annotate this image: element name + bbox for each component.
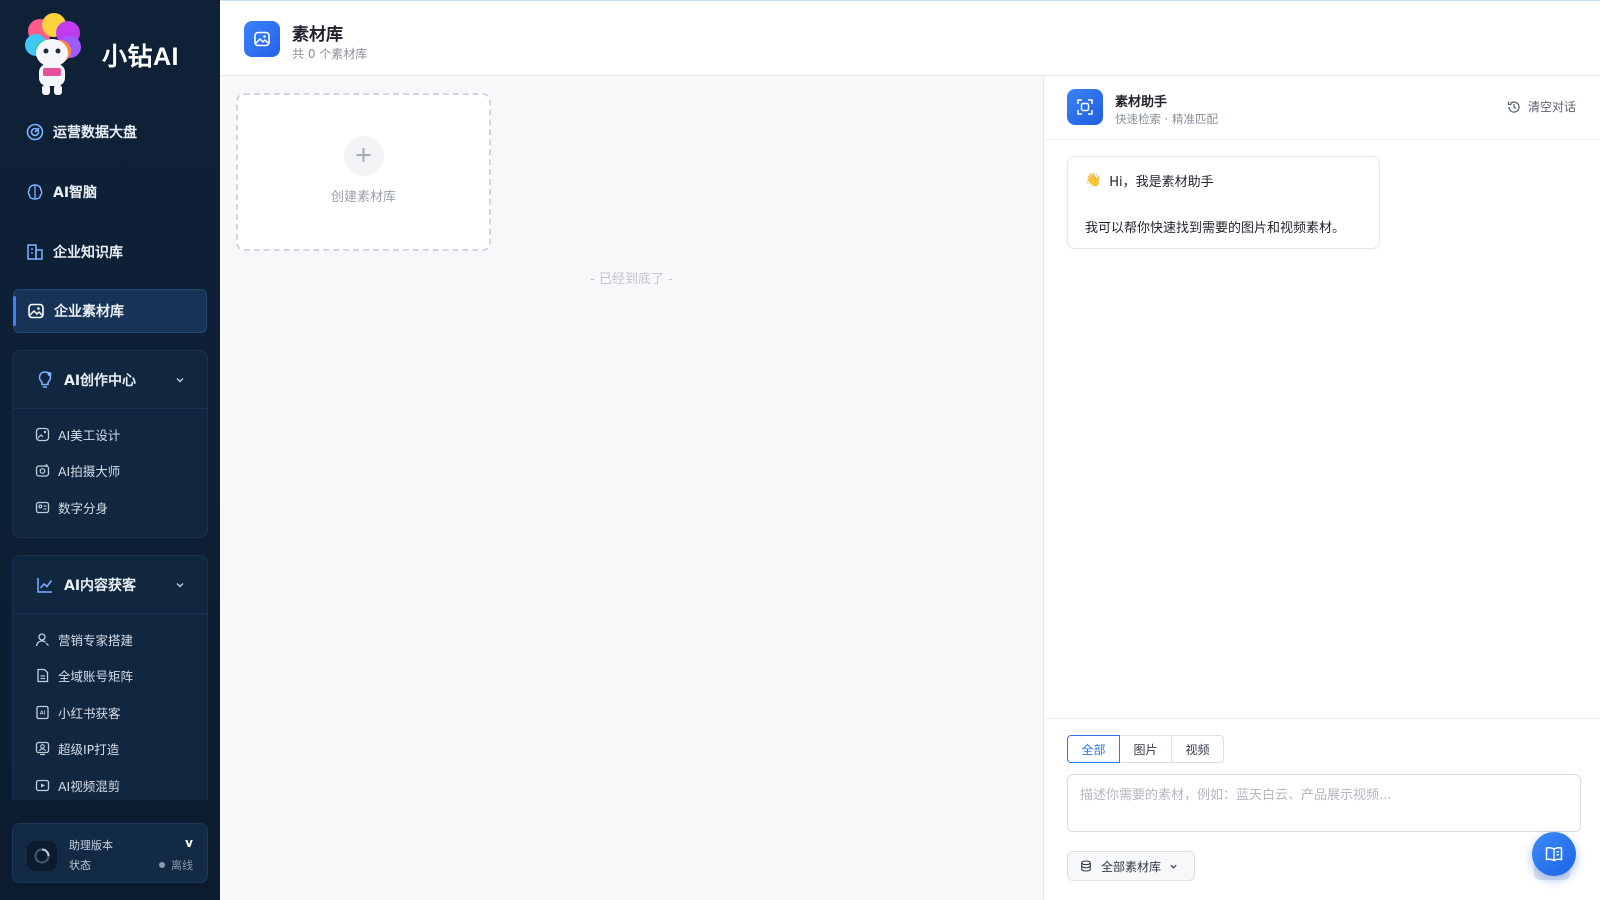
sidebar-item-label: AI智脑 (53, 185, 98, 201)
sidebar-item-label: 营销专家搭建 (58, 632, 134, 648)
greeting-line: 👋 Hi，我是素材助手 (1085, 171, 1214, 190)
brain-icon (26, 183, 44, 201)
clear-label: 清空对话 (1527, 100, 1576, 114)
loading-spinner-icon (27, 841, 57, 871)
sidebar-item-digital-avatar[interactable]: 数字分身 (13, 489, 207, 526)
user-icon (35, 632, 50, 647)
sidebar-item-dashboard[interactable]: 运营数据大盘 (13, 110, 207, 154)
plus-icon: + (343, 135, 384, 176)
tab-videos[interactable]: 视频 (1171, 735, 1224, 763)
history-icon (1507, 100, 1521, 114)
scan-icon (1067, 89, 1103, 125)
version-label: 助理版本 (69, 839, 113, 852)
chevron-down-icon[interactable] (175, 578, 185, 594)
building-icon (26, 243, 44, 261)
help-guide-button[interactable] (1532, 832, 1576, 876)
status-badge: 离线 (159, 857, 193, 873)
dashboard-icon (26, 123, 44, 141)
sidebar-item-label: 企业知识库 (53, 245, 123, 261)
trend-chart-icon (35, 575, 55, 595)
sidebar-item-label: 数字分身 (58, 500, 109, 516)
book-icon (1544, 844, 1564, 864)
sidebar-item-ai-photo[interactable]: AI拍摄大师 (13, 453, 207, 490)
media-type-tabs: 全部 图片 视频 (1067, 735, 1224, 763)
status-label: 状态 (69, 859, 91, 872)
sidebar-item-label: 小红书获客 (58, 705, 121, 721)
search-input[interactable] (1067, 774, 1581, 832)
sidebar-item-super-ip[interactable]: 超级IP打造 (13, 731, 207, 768)
material-assistant-panel: 素材助手 快速检索 · 精准匹配 清空对话 👋 Hi，我是素材助手 我可以帮你快… (1043, 76, 1600, 900)
version-value: v (185, 836, 193, 850)
end-of-list-text: - 已经到底了 - (590, 272, 673, 287)
sidebar-item-account-matrix[interactable]: 全域账号矩阵 (13, 658, 207, 695)
page-header: 素材库 共 0 个素材库 (220, 0, 1600, 76)
chevron-down-icon[interactable] (175, 373, 185, 389)
page-subtitle: 共 0 个素材库 (292, 47, 368, 61)
greeting-text: Hi，我是素材助手 (1109, 175, 1214, 190)
clear-conversation-button[interactable]: 清空对话 (1507, 98, 1576, 115)
assistant-status-card: 助理版本 v 状态 离线 (12, 823, 208, 883)
sidebar-item-material-library[interactable]: 企业素材库 (13, 289, 207, 333)
sidebar-item-label: AI视频混剪 (58, 778, 121, 794)
waving-hand-icon: 👋 (1085, 173, 1102, 188)
sidebar-item-ai-design[interactable]: AI美工设计 (13, 416, 207, 453)
sidebar-item-label: AI美工设计 (58, 427, 121, 443)
intro-text: 我可以帮你快速找到需要的图片和视频素材。 (1085, 221, 1346, 236)
document-icon (35, 668, 50, 683)
portrait-icon (35, 741, 50, 756)
id-card-icon (35, 500, 50, 515)
tab-images[interactable]: 图片 (1119, 735, 1172, 763)
brand-name: 小钻AI (102, 43, 180, 71)
group-title: AI创作中心 (64, 372, 137, 389)
sidebar-item-label: 运营数据大盘 (53, 125, 137, 141)
sidebar-item-label: AI拍摄大师 (58, 464, 121, 480)
svg-text:AI: AI (40, 710, 46, 716)
brand[interactable]: 小钻AI (18, 10, 179, 100)
image-icon (244, 21, 280, 57)
library-select[interactable]: 全部素材库 (1067, 851, 1195, 881)
create-library-label: 创建素材库 (330, 189, 396, 205)
assistant-title: 素材助手 (1115, 95, 1168, 110)
nav-group-ai-content: AI内容获客 营销专家搭建 全域账号矩阵 AI 小红书获客 超级IP打造 AI视… (12, 555, 208, 800)
material-library-grid: + 创建素材库 - 已经到底了 - (220, 76, 1043, 900)
sidebar-item-label: 超级IP打造 (58, 742, 120, 758)
sidebar-item-marketing-expert[interactable]: 营销专家搭建 (13, 621, 207, 658)
tab-all[interactable]: 全部 (1067, 735, 1120, 763)
page-title: 素材库 (292, 25, 343, 45)
chevron-down-icon (1169, 862, 1178, 871)
sidebar-item-ai-video-mix[interactable]: AI视频混剪 (13, 767, 207, 800)
composer: 全部 图片 视频 全部素材库 (1044, 718, 1600, 900)
library-select-label: 全部素材库 (1101, 859, 1162, 874)
sidebar-item-ai-brain[interactable]: AI智脑 (13, 170, 207, 214)
sidebar-item-label: 全域账号矩阵 (58, 669, 134, 685)
create-library-card[interactable]: + 创建素材库 (236, 93, 491, 251)
group-header-ai-content[interactable]: AI内容获客 (13, 556, 207, 614)
mascot-logo (18, 11, 86, 99)
assistant-message: 👋 Hi，我是素材助手 我可以帮你快速找到需要的图片和视频素材。 (1067, 156, 1380, 249)
palette-icon (35, 427, 50, 442)
assistant-subtitle: 快速检索 · 精准匹配 (1115, 112, 1218, 126)
assistant-header: 素材助手 快速检索 · 精准匹配 清空对话 (1044, 76, 1600, 140)
image-icon (27, 302, 45, 320)
group-title: AI内容获客 (64, 577, 137, 594)
sidebar-item-label: 企业素材库 (54, 304, 124, 320)
database-icon (1080, 860, 1092, 872)
sidebar-item-knowledge-base[interactable]: 企业知识库 (13, 230, 207, 274)
lightbulb-icon (35, 370, 55, 390)
group-header-ai-creation[interactable]: AI创作中心 (13, 351, 207, 409)
nav-group-ai-creation: AI创作中心 AI美工设计 AI拍摄大师 数字分身 (12, 350, 208, 538)
ai-note-icon: AI (35, 705, 50, 720)
sidebar-item-xiaohongshu[interactable]: AI 小红书获客 (13, 694, 207, 731)
video-icon (35, 778, 50, 793)
camera-icon (35, 463, 50, 478)
sidebar: 小钻AI 运营数据大盘 AI智脑 企业知识库 企业素材库 AI创作中心 AI美工… (0, 0, 220, 900)
